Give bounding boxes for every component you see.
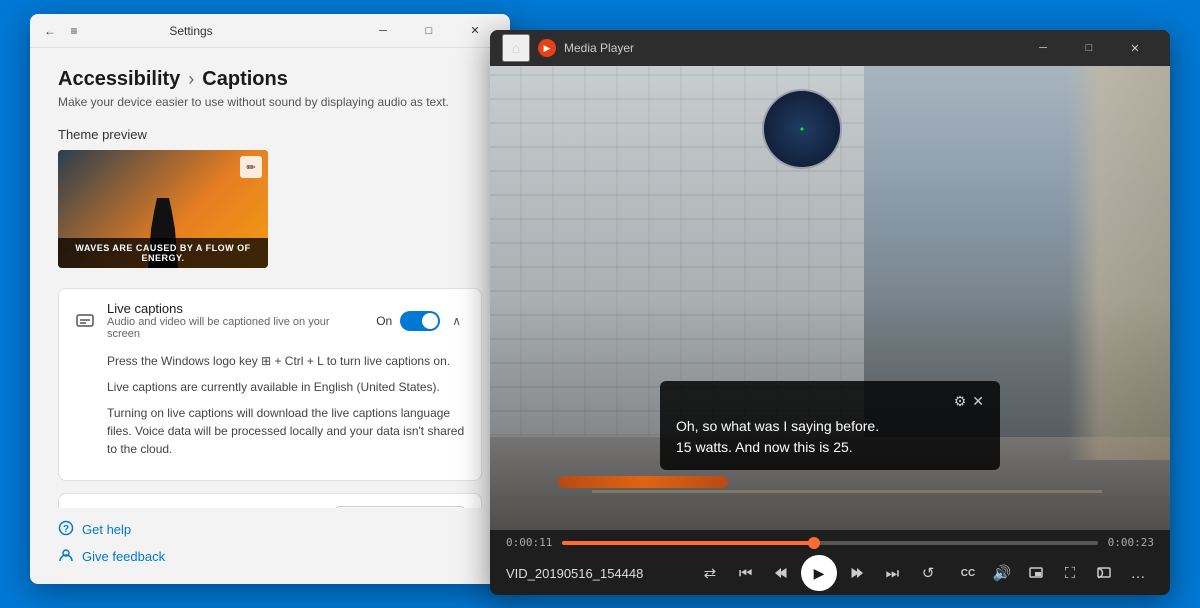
give-feedback-icon xyxy=(58,547,74,566)
settings-footer: ? Get help Give feedback xyxy=(30,508,510,584)
live-captions-info-1: Press the Windows logo key ⊞ + Ctrl + L … xyxy=(107,352,465,370)
caption-text: Oh, so what was I saying before. 15 watt… xyxy=(676,416,984,458)
media-titlebar: ⌂ ▶ Media Player ─ □ ✕ xyxy=(490,30,1170,66)
live-captions-subtitle: Audio and video will be captioned live o… xyxy=(107,316,364,340)
live-captions-info-2: Live captions are currently available in… xyxy=(107,378,465,396)
live-captions-card: Live captions Audio and video will be ca… xyxy=(58,288,482,481)
media-minimize-button[interactable]: ─ xyxy=(1020,30,1066,66)
window-controls: ─ □ ✕ xyxy=(360,14,498,48)
live-captions-toggle[interactable] xyxy=(400,311,440,331)
breadcrumb: Accessibility › Captions xyxy=(58,68,482,91)
edit-pencil-icon: ✏ xyxy=(246,161,255,174)
theme-preview-caption-text: Waves are caused by a flow of energy. xyxy=(58,238,268,268)
cast-button[interactable] xyxy=(1088,557,1120,589)
play-logo-icon: ▶ xyxy=(544,43,551,54)
live-captions-chevron[interactable]: ∧ xyxy=(448,312,465,330)
toggle-status-label: On xyxy=(376,314,392,328)
get-help-link[interactable]: ? Get help xyxy=(58,520,482,539)
live-captions-expanded-content: Press the Windows logo key ⊞ + Ctrl + L … xyxy=(59,352,481,480)
theme-preview-label: Theme preview xyxy=(58,127,482,142)
caption-style-select[interactable]: Default Small caps (copy) Large text Yel… xyxy=(335,506,465,508)
minimize-button[interactable]: ─ xyxy=(360,14,406,48)
media-player-logo: ▶ xyxy=(538,39,556,57)
live-captions-title: Live captions xyxy=(107,301,364,316)
right-controls: CC 🔊 ⛶ … xyxy=(952,557,1154,589)
live-captions-info-3: Turning on live captions will download t… xyxy=(107,404,465,458)
live-captions-icon xyxy=(75,311,95,331)
more-options-button[interactable]: … xyxy=(1122,557,1154,589)
rewind-button[interactable] xyxy=(765,557,797,589)
settings-window-title: Settings xyxy=(30,24,360,38)
theme-preview-image: Waves are caused by a flow of energy. ✏ xyxy=(58,150,268,268)
next-track-button[interactable]: ⏭ xyxy=(877,557,909,589)
table-surface xyxy=(592,490,1102,493)
live-captions-row: Live captions Audio and video will be ca… xyxy=(59,289,481,352)
filename-label: VID_20190516_154448 xyxy=(506,566,686,581)
fast-forward-button[interactable] xyxy=(841,557,873,589)
progress-fill xyxy=(562,541,814,545)
media-controls-bar: 0:00:11 0:00:23 VID_20190516_154448 ⇄ ⏮ … xyxy=(490,530,1170,595)
play-pause-button[interactable]: ▶ xyxy=(801,555,837,591)
media-player-title: Media Player xyxy=(564,41,1012,55)
home-icon: ⌂ xyxy=(512,40,520,56)
get-help-icon: ? xyxy=(58,520,74,539)
breadcrumb-parent[interactable]: Accessibility xyxy=(58,68,180,91)
cable-item xyxy=(558,476,728,488)
give-feedback-link[interactable]: Give feedback xyxy=(58,547,482,566)
caption-overlay-header: ⚙ ✕ xyxy=(676,393,984,410)
caption-line-2: 15 watts. And now this is 25. xyxy=(676,439,853,455)
caption-close-button[interactable]: ✕ xyxy=(972,393,984,410)
media-home-button[interactable]: ⌂ xyxy=(502,34,530,62)
media-window-controls: ─ □ ✕ xyxy=(1020,30,1158,66)
caption-style-row: A Caption style Default Small caps (copy… xyxy=(59,494,481,508)
progress-thumb xyxy=(808,537,820,549)
time-current: 0:00:11 xyxy=(506,536,552,549)
pip-button[interactable] xyxy=(1020,557,1052,589)
repeat-button[interactable]: ↺ xyxy=(912,557,944,589)
caption-style-card: A Caption style Default Small caps (copy… xyxy=(58,493,482,508)
settings-titlebar: ← ≡ Settings ─ □ ✕ xyxy=(30,14,510,48)
caption-style-select-wrapper: Default Small caps (copy) Large text Yel… xyxy=(335,506,465,508)
toggle-knob xyxy=(422,313,438,329)
progress-bar-area: 0:00:11 0:00:23 xyxy=(506,536,1154,549)
hud-radar xyxy=(762,89,842,169)
caption-line-1: Oh, so what was I saying before. xyxy=(676,418,879,434)
breadcrumb-separator: › xyxy=(188,69,194,90)
caption-overlay: ⚙ ✕ Oh, so what was I saying before. 15 … xyxy=(660,381,1000,470)
controls-row: VID_20190516_154448 ⇄ ⏮ ▶ ⏭ ↺ CC 🔊 xyxy=(506,555,1154,591)
media-player-window: ⌂ ▶ Media Player ─ □ ✕ xyxy=(490,30,1170,595)
live-captions-text: Live captions Audio and video will be ca… xyxy=(107,301,364,340)
theme-preview: Waves are caused by a flow of energy. ✏ xyxy=(58,150,268,268)
settings-content: Accessibility › Captions Make your devic… xyxy=(30,48,510,508)
get-help-label: Get help xyxy=(82,522,131,537)
shuffle-button[interactable]: ⇄ xyxy=(694,557,726,589)
desktop: ← ≡ Settings ─ □ ✕ Accessibility › Capti… xyxy=(0,0,1200,608)
svg-text:?: ? xyxy=(63,524,69,535)
caption-settings-button[interactable]: ⚙ xyxy=(954,393,967,410)
fullscreen-button[interactable]: ⛶ xyxy=(1054,557,1086,589)
captions-button[interactable]: CC xyxy=(952,557,984,589)
breadcrumb-current: Captions xyxy=(202,68,288,91)
media-maximize-button[interactable]: □ xyxy=(1066,30,1112,66)
progress-track[interactable] xyxy=(562,541,1097,545)
radar-dot xyxy=(801,128,804,131)
volume-button[interactable]: 🔊 xyxy=(986,557,1018,589)
media-video-area: 63 ⚙ ✕ Oh, so what was I s xyxy=(490,66,1170,530)
prev-track-button[interactable]: ⏮ xyxy=(730,557,762,589)
settings-description: Make your device easier to use without s… xyxy=(58,95,482,109)
give-feedback-label: Give feedback xyxy=(82,549,165,564)
time-total: 0:00:23 xyxy=(1108,536,1154,549)
theme-preview-edit-button[interactable]: ✏ xyxy=(240,156,262,178)
settings-window: ← ≡ Settings ─ □ ✕ Accessibility › Capti… xyxy=(30,14,510,584)
maximize-button[interactable]: □ xyxy=(406,14,452,48)
live-captions-controls: On ∧ xyxy=(376,311,465,331)
media-close-button[interactable]: ✕ xyxy=(1112,30,1158,66)
